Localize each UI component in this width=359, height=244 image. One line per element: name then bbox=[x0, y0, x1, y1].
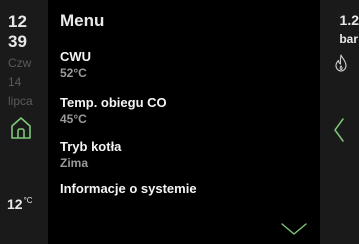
menu-item-cwu[interactable]: CWU bbox=[60, 50, 91, 63]
menu-item-co-temperature-value: 45°C bbox=[60, 112, 87, 126]
month-label: lipca bbox=[8, 94, 33, 108]
temperature-unit: °C bbox=[23, 196, 33, 205]
pressure-unit: bar bbox=[339, 32, 358, 46]
menu-item-co-temperature[interactable]: Temp. obiegu CO bbox=[60, 96, 167, 109]
menu-item-system-info[interactable]: Informacje o systemie bbox=[60, 182, 197, 195]
menu-item-boiler-mode[interactable]: Tryb kotła bbox=[60, 140, 121, 153]
outdoor-temperature-value: 12 bbox=[7, 196, 23, 212]
menu-item-boiler-mode-value: Zima bbox=[60, 156, 89, 170]
clock-hour: 12 bbox=[8, 12, 27, 31]
flame-icon bbox=[335, 54, 347, 72]
boiler-display-screen: 12 39 Czw 14 lipca 12°C Menu CWU 52°C Te… bbox=[0, 0, 359, 244]
outdoor-temperature: 12°C bbox=[7, 196, 33, 212]
pressure-value: 1.2 bbox=[339, 12, 359, 28]
clock-minute: 39 bbox=[8, 32, 27, 51]
weekday-label: Czw bbox=[8, 56, 32, 70]
home-icon[interactable] bbox=[9, 115, 33, 141]
chevron-left-icon[interactable] bbox=[333, 117, 345, 143]
date-day-label: 14 bbox=[8, 75, 22, 89]
chevron-down-icon[interactable] bbox=[281, 222, 307, 236]
page-title: Menu bbox=[60, 11, 105, 30]
left-status-panel: 12 39 Czw 14 lipca 12°C bbox=[0, 0, 48, 244]
menu-panel: Menu CWU 52°C Temp. obiegu CO 45°C Tryb … bbox=[48, 0, 320, 244]
right-status-panel: 1.2 bar bbox=[320, 0, 359, 244]
menu-item-cwu-value: 52°C bbox=[60, 66, 87, 80]
